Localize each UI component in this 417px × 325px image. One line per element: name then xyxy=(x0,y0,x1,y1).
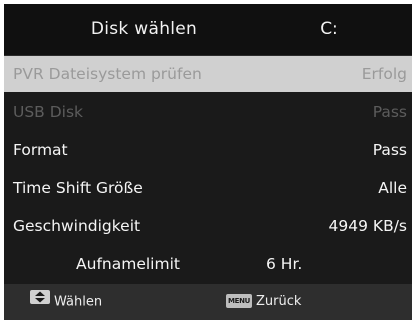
menu-item-label: USB Disk xyxy=(13,103,84,121)
drive-selector[interactable]: C: xyxy=(284,4,374,55)
menu-item-value: 6 Hr. xyxy=(266,255,303,273)
menu-item-format[interactable]: Format Pass xyxy=(4,132,412,168)
hint-select-label: Wählen xyxy=(54,294,103,310)
screen-frame: Disk wählen C: PVR Dateisystem prüfen Er… xyxy=(0,0,417,325)
hint-select: Wählen xyxy=(30,284,102,320)
menu-item-speed[interactable]: Geschwindigkeit 4949 KB/s xyxy=(4,208,412,244)
menu-item-value: Erfolg xyxy=(361,65,407,83)
up-down-arrow-icon xyxy=(30,283,50,319)
menu-item-label: Time Shift Größe xyxy=(13,179,143,197)
menu-item-value: 4949 KB/s xyxy=(328,217,407,235)
hint-back: MENU Zurück xyxy=(226,284,301,320)
menu-item-value: Alle xyxy=(378,179,407,197)
menu-item-time-shift-size[interactable]: Time Shift Größe Alle xyxy=(4,170,412,206)
menu-item-label: Aufnamelimit xyxy=(76,255,180,273)
menu-item-value: Pass xyxy=(372,141,407,159)
menu-key-icon: MENU xyxy=(226,293,252,308)
menu-item-label: PVR Dateisystem prüfen xyxy=(13,65,202,83)
disk-select-menu: Disk wählen C: PVR Dateisystem prüfen Er… xyxy=(4,4,412,320)
menu-item-value: Pass xyxy=(372,103,407,121)
menu-title: Disk wählen xyxy=(90,19,198,39)
menu-item-label: Format xyxy=(13,141,68,159)
menu-item-usb-disk: USB Disk Pass xyxy=(4,94,412,130)
menu-item-pvr-filesystem-check[interactable]: PVR Dateisystem prüfen Erfolg xyxy=(4,56,412,92)
menu-item-recording-limit[interactable]: Aufnamelimit 6 Hr. xyxy=(4,246,412,282)
footer-hint-bar: Wählen MENU Zurück xyxy=(4,284,412,320)
menu-item-label: Geschwindigkeit xyxy=(13,217,141,235)
menu-header: Disk wählen C: xyxy=(4,4,412,56)
hint-back-label: Zurück xyxy=(256,294,302,309)
